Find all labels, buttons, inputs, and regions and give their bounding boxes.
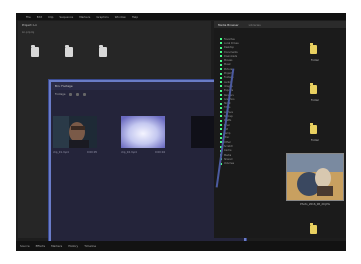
file-name: Folder (310, 139, 319, 142)
icon-view-icon[interactable] (76, 92, 80, 96)
bin-folder[interactable] (20, 37, 50, 67)
tree-item-label: Shared (224, 157, 233, 161)
menu-item-file[interactable]: File (26, 15, 31, 19)
checkbox-icon (220, 111, 222, 114)
checkbox-icon (220, 132, 222, 135)
clip-thumbnail-1[interactable] (53, 116, 97, 148)
folder-icon[interactable] (310, 123, 317, 134)
menu-bar: File Edit Clip Sequence Markers Graphics… (16, 13, 346, 20)
checkbox-icon (220, 128, 222, 131)
clip-duration: 0:00:05 (87, 151, 97, 154)
file-browser: Folder Folder Folder Photo_2016_08_20.JP… (280, 29, 346, 238)
clip-duration: 0:00:04 (155, 151, 165, 154)
tree-item-label: Cache (224, 149, 232, 153)
menu-item-help[interactable]: Help (132, 15, 138, 19)
folder-icon[interactable] (310, 43, 317, 54)
checkbox-icon (220, 102, 222, 105)
menu-item-window[interactable]: Window (115, 15, 126, 19)
checkbox-icon (220, 85, 222, 88)
search-icon[interactable] (83, 92, 87, 96)
bin-tab[interactable]: Footage (55, 93, 65, 96)
tree-item-label: Downloads (224, 54, 238, 58)
tree-item-label: Other (224, 140, 231, 144)
tree-item-label: Music (224, 63, 231, 67)
checkbox-icon (220, 94, 222, 96)
folder-tree: Favorites Local Drives Desktop Documents Dow… (216, 37, 286, 166)
checkbox-icon (220, 124, 222, 127)
media-browser-header: Media Browser Libraries (214, 21, 346, 28)
menu-item-markers[interactable]: Markers (79, 15, 90, 19)
tab-source[interactable]: Source (20, 244, 30, 248)
bottom-panel-tabs: Source Effects Markers History Timeline (16, 241, 346, 251)
checkbox-icon (220, 68, 222, 71)
bin-title: Bin: Footage (55, 84, 73, 88)
checkbox-icon (220, 63, 222, 66)
checkbox-icon (220, 55, 222, 58)
menu-item-clip[interactable]: Clip (48, 15, 53, 19)
folder-icon (99, 45, 107, 57)
tree-item-label: Misc (224, 136, 230, 140)
checkbox-icon (220, 76, 222, 79)
folder-icon[interactable] (310, 83, 317, 94)
tree-item-label: Desktop (224, 46, 234, 50)
tab-history[interactable]: History (68, 244, 78, 248)
menu-item-sequence[interactable]: Sequence (59, 15, 73, 19)
project-panel-tab[interactable]: Lii.prproj (18, 28, 211, 35)
file-name: Folder (310, 99, 319, 102)
clip-name: clip_01.mp4 (53, 151, 69, 154)
app-window: File Edit Clip Sequence Markers Graphics… (16, 13, 346, 251)
file-name: Folder (310, 59, 319, 62)
tree-item-label: Media (224, 153, 232, 157)
menu-item-edit[interactable]: Edit (37, 15, 42, 19)
file-name: Photo_2016_08_20.JPG (300, 203, 330, 206)
checkbox-icon (220, 106, 222, 109)
tree-item-label: Local Drives (224, 41, 239, 45)
bin-folder[interactable] (54, 37, 84, 67)
clip-name: clip_02.mp4 (121, 151, 137, 154)
tree-item-label: Documents (224, 50, 238, 54)
checkbox-icon (220, 81, 222, 84)
checkbox-icon (220, 98, 222, 101)
list-view-icon[interactable] (69, 92, 73, 96)
media-browser-title[interactable]: Media Browser (218, 23, 239, 27)
tab-effects[interactable]: Effects (36, 244, 46, 248)
tab-markers[interactable]: Markers (51, 244, 62, 248)
folder-icon (65, 45, 73, 57)
folder-icon[interactable] (310, 223, 317, 234)
tree-item-label: Movies (224, 59, 233, 63)
checkbox-icon (220, 38, 222, 41)
checkbox-icon (220, 119, 222, 122)
tree-item-label: Volumes (224, 162, 235, 166)
media-browser-panel: Media Browser Libraries Favorites Local D… (214, 21, 346, 238)
checkbox-icon (220, 59, 222, 62)
selected-image-thumbnail[interactable] (286, 153, 344, 201)
tab-timeline[interactable]: Timeline (84, 244, 96, 248)
menu-item-graphics[interactable]: Graphics (96, 15, 108, 19)
clip-thumbnail-2[interactable] (121, 116, 165, 148)
bin-folder[interactable] (88, 37, 118, 67)
tree-item-label: Scratch (224, 145, 234, 149)
tree-item-label: Favorites (224, 37, 235, 41)
project-panel-title: Project: Lii (22, 22, 37, 27)
folder-icon (31, 45, 39, 57)
tree-item[interactable]: Volumes (216, 162, 286, 166)
checkbox-icon (220, 42, 222, 45)
checkbox-icon (220, 51, 222, 54)
checkbox-icon (220, 46, 222, 49)
checkbox-icon (220, 115, 222, 118)
libraries-tab[interactable]: Libraries (249, 23, 261, 27)
checkbox-icon (220, 89, 222, 92)
checkbox-icon (220, 72, 222, 75)
